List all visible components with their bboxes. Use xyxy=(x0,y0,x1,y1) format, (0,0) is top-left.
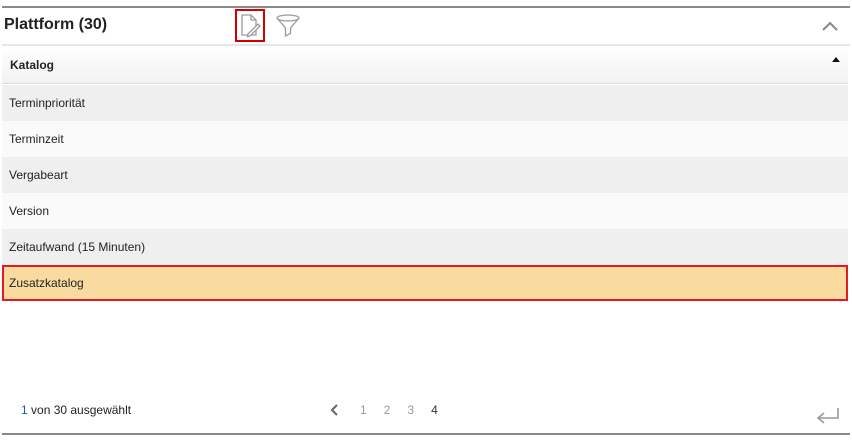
selected-count: 1 xyxy=(21,403,28,417)
pagination: 1 2 3 4 xyxy=(326,401,455,419)
chevron-up-icon xyxy=(822,21,838,31)
selection-status: 1 von 30 ausgewählt xyxy=(21,403,131,417)
return-arrow-icon xyxy=(816,408,839,424)
row-label: Terminpriorität xyxy=(9,96,86,110)
row-label: Zusatzkatalog xyxy=(9,276,84,290)
page-link-1[interactable]: 1 xyxy=(360,403,367,417)
page-link-3[interactable]: 3 xyxy=(407,403,414,417)
page-link-4[interactable]: 4 xyxy=(431,403,438,417)
table-row[interactable]: Zeitaufwand (15 Minuten) xyxy=(2,229,848,265)
sort-ascending-icon xyxy=(832,57,840,62)
row-label: Zeitaufwand (15 Minuten) xyxy=(9,240,146,254)
edit-document-button[interactable] xyxy=(235,9,265,42)
column-header-label: Katalog xyxy=(10,58,55,72)
panel-title: Plattform (30) xyxy=(4,16,108,33)
table-row[interactable]: Terminpriorität xyxy=(2,85,848,121)
selected-text: von 30 ausgewählt xyxy=(27,403,132,417)
table-row[interactable]: Version xyxy=(2,193,848,229)
collapse-button[interactable] xyxy=(818,16,842,36)
previous-page-button[interactable] xyxy=(326,402,342,418)
table-row-selected[interactable]: Zusatzkatalog xyxy=(2,265,848,301)
plattform-panel: Plattform (30) Katalog Terminpriorität T… xyxy=(0,0,852,440)
filter-icon xyxy=(276,14,300,38)
table-row[interactable]: Terminzeit xyxy=(2,121,848,157)
row-label: Vergabeart xyxy=(9,168,68,182)
catalog-list: Terminpriorität Terminzeit Vergabeart Ve… xyxy=(2,85,848,301)
row-label: Terminzeit xyxy=(9,132,64,146)
filter-button[interactable] xyxy=(274,11,302,41)
panel-bottom-border xyxy=(2,433,850,435)
return-button[interactable] xyxy=(814,406,842,428)
page-link-2[interactable]: 2 xyxy=(384,403,391,417)
edit-document-icon xyxy=(241,13,261,37)
column-header-katalog[interactable]: Katalog xyxy=(2,46,848,84)
row-label: Version xyxy=(9,204,50,218)
table-row[interactable]: Vergabeart xyxy=(2,157,848,193)
chevron-left-icon xyxy=(330,404,338,416)
panel-header: Plattform (30) xyxy=(2,8,850,44)
